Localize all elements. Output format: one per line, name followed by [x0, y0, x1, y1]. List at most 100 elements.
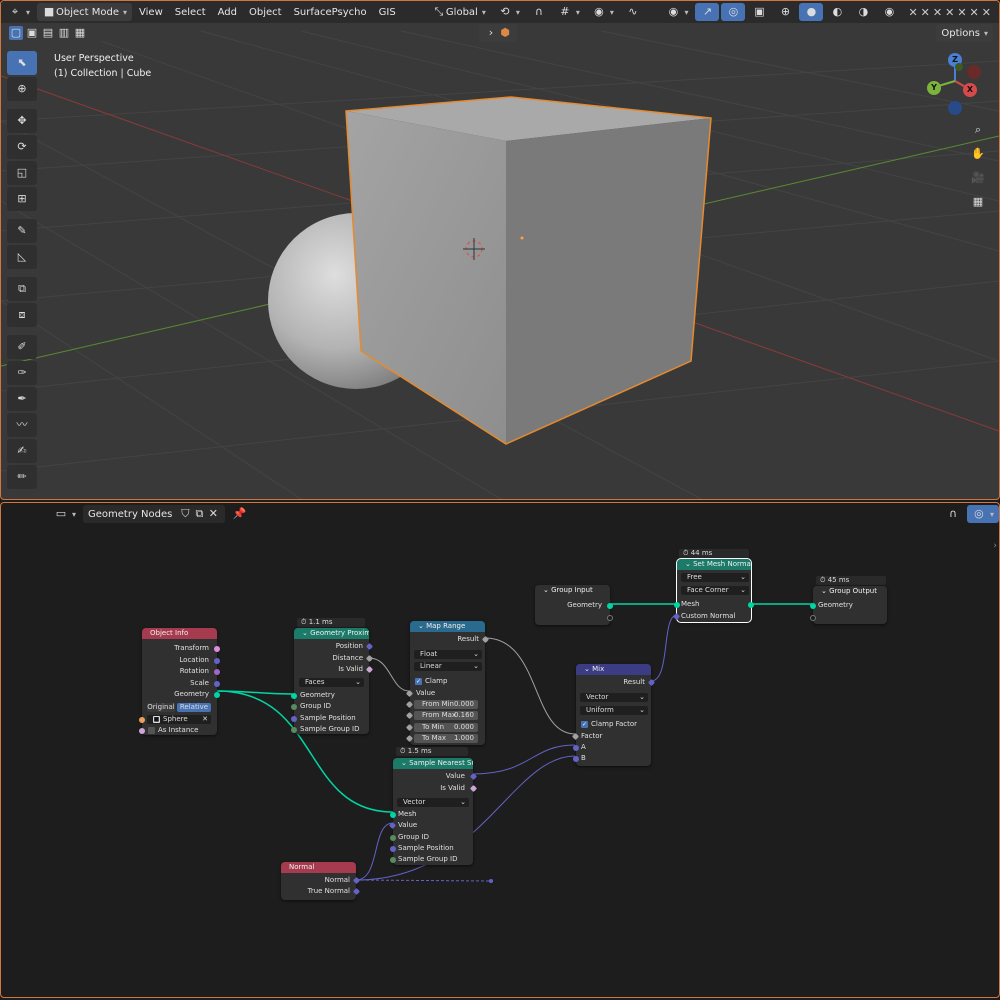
gizmo-neg-y[interactable]: [955, 63, 963, 71]
target-element-dropdown[interactable]: Faces ⌄: [299, 678, 364, 687]
from-max-field[interactable]: From Max 0.160: [414, 711, 478, 720]
restrict-eye-toggle[interactable]: ◉: [877, 3, 901, 21]
select-mode-icons[interactable]: ▢ ▣ ▤ ▥ ▦: [9, 26, 87, 40]
tool-mask[interactable]: ✍: [7, 439, 37, 463]
socket-mesh-in[interactable]: [674, 602, 680, 608]
node-set-mesh-normal[interactable]: ⌄ Set Mesh Normal Free ⌄ Face Corner ⌄ Mes…: [672, 558, 754, 623]
collapse-chevron-icon[interactable]: ⌄: [685, 560, 693, 568]
socket-geometry[interactable]: [214, 692, 220, 698]
tool-paint[interactable]: ✐: [7, 335, 37, 359]
shading-rendered[interactable]: ◑: [851, 3, 875, 21]
tool-measure[interactable]: ◺: [7, 245, 37, 269]
tool-paint-sphere[interactable]: ✑: [7, 361, 37, 385]
factor-mode-dropdown[interactable]: Uniform ⌄: [580, 706, 648, 715]
object-field[interactable]: ■ Sphere ✕: [147, 715, 211, 724]
gizmo-y-axis[interactable]: Y: [927, 81, 941, 95]
3d-viewport[interactable]: ⌖ ▾ ■ Object Mode ▾ View Select Add Object …: [0, 0, 1000, 500]
socket-transform[interactable]: [214, 646, 220, 652]
socket-location[interactable]: [214, 658, 220, 664]
clamp-factor-checkbox[interactable]: ✓: [581, 720, 588, 728]
interpolation-dropdown[interactable]: Linear ⌄: [414, 662, 482, 671]
tool-transform[interactable]: ⊞: [7, 187, 37, 211]
tool-annotate[interactable]: ✎: [7, 219, 37, 243]
select-subtract-icon[interactable]: ▤: [41, 26, 55, 40]
menu-view[interactable]: View: [134, 3, 168, 21]
socket-sample-group-id-in[interactable]: [291, 727, 297, 733]
socket-as-instance[interactable]: [139, 728, 145, 734]
socket-a-in[interactable]: [573, 745, 579, 751]
data-type-dropdown[interactable]: Vector ⌄: [580, 693, 648, 702]
socket-object-input[interactable]: [139, 717, 145, 723]
menu-add[interactable]: Add: [213, 3, 242, 21]
tool-smooth[interactable]: 〰: [7, 413, 37, 437]
gizmo-neg-z[interactable]: [948, 101, 962, 115]
socket-sample-position-in[interactable]: [291, 716, 297, 722]
shading-solid[interactable]: ●: [799, 3, 824, 21]
clamp-row[interactable]: ✓ Clamp: [415, 677, 447, 685]
node-object-info[interactable]: Object Info Transform Location Rotation …: [139, 628, 220, 735]
data-type-dropdown[interactable]: Float ⌄: [414, 650, 482, 659]
xray-toggle[interactable]: ▣: [747, 3, 771, 21]
to-min-field[interactable]: To Min 0.000: [414, 723, 478, 732]
node-sample-nearest-surface[interactable]: ⌄ Sample Nearest Surf... Value Is Valid …: [388, 758, 478, 865]
socket-scale[interactable]: [214, 681, 220, 687]
socket-mesh-in[interactable]: [390, 812, 396, 818]
domain-dropdown[interactable]: Face Corner ⌄: [681, 586, 749, 595]
gizmo-toggle[interactable]: ↗: [695, 3, 720, 21]
collapse-chevron-icon[interactable]: ⌄: [543, 586, 551, 594]
tool-cursor[interactable]: ⊕: [7, 77, 37, 101]
node-normal[interactable]: Normal Normal True Normal: [281, 862, 361, 900]
socket-group-id-in[interactable]: [291, 704, 297, 710]
collapse-chevron-icon[interactable]: ⌄: [401, 759, 409, 767]
falloff-button[interactable]: ∿: [621, 3, 645, 21]
mode-dropdown[interactable]: Free ⌄: [681, 573, 749, 582]
pivot-button[interactable]: ⟲ ▾: [493, 3, 525, 21]
node-editor[interactable]: ▭ ▾ Geometry Nodes ⛉ ⧉ ✕ 📌 ∩ ◎ ▾ › Object …: [0, 502, 1000, 998]
tool-pose[interactable]: ✏: [7, 465, 37, 489]
socket-b-in[interactable]: [573, 756, 579, 762]
menu-object[interactable]: Object: [244, 3, 287, 21]
socket-group-id-in[interactable]: [390, 835, 396, 841]
as-instance-checkbox[interactable]: [148, 726, 155, 734]
visibility-button[interactable]: ◉ ▾: [661, 3, 693, 21]
tool-move[interactable]: ✥: [7, 109, 37, 133]
collapse-chevron-icon[interactable]: ⌄: [584, 665, 592, 673]
tool-add-cube[interactable]: ⧉: [7, 277, 37, 301]
select-extend-icon[interactable]: ▣: [25, 26, 39, 40]
expand-sidebar-button[interactable]: › ⬢: [479, 24, 517, 42]
socket-mesh-out[interactable]: [748, 602, 754, 608]
socket-geometry-in[interactable]: [810, 603, 816, 609]
mode-original-button[interactable]: Original: [147, 703, 175, 712]
socket-extend-in[interactable]: [810, 615, 816, 621]
node-map-range[interactable]: ⌄ Map Range Result Float ⌄ Linear ⌄ ✓ Clamp…: [405, 621, 490, 745]
shading-wireframe[interactable]: ⊕: [773, 3, 797, 21]
overlay-toggle[interactable]: ◎: [721, 3, 746, 21]
collapse-chevron-icon[interactable]: ⌄: [418, 622, 426, 630]
to-max-field[interactable]: To Max 1.000: [414, 734, 478, 743]
clamp-checkbox[interactable]: ✓: [415, 677, 422, 685]
from-min-field[interactable]: From Min 0.000: [414, 700, 478, 709]
mode-relative-button[interactable]: Relative: [177, 703, 211, 712]
proportional-edit-button[interactable]: ◉ ▾: [587, 3, 619, 21]
node-group-input[interactable]: ⌄ Group Input Geometry: [535, 585, 613, 625]
gizmo-neg-x[interactable]: [967, 65, 981, 79]
perspective-toggle[interactable]: ▦: [967, 191, 989, 213]
collapse-chevron-icon[interactable]: ⌄: [821, 587, 829, 595]
options-button[interactable]: Options ▾: [936, 24, 993, 42]
data-type-dropdown[interactable]: Vector ⌄: [397, 798, 469, 807]
tool-extrude[interactable]: ⧈: [7, 303, 37, 327]
menu-select[interactable]: Select: [170, 3, 211, 21]
menu-surfacepsycho[interactable]: SurfacePsycho: [289, 3, 372, 21]
mode-dropdown[interactable]: ■ Object Mode ▾: [37, 3, 133, 21]
camera-button[interactable]: 🎥: [967, 167, 989, 189]
zoom-button[interactable]: ⌕: [967, 119, 989, 141]
select-intersect-icon[interactable]: ▦: [73, 26, 87, 40]
node-group-output[interactable]: ⌄ Group Output Geometry: [810, 586, 887, 624]
socket-rotation[interactable]: [214, 669, 220, 675]
snap-options-button[interactable]: # ▾: [553, 3, 585, 21]
select-new-icon[interactable]: ▢: [9, 26, 23, 40]
select-invert-icon[interactable]: ▥: [57, 26, 71, 40]
as-instance-row[interactable]: As Instance: [148, 726, 198, 734]
collapse-chevron-icon[interactable]: ⌄: [302, 629, 310, 637]
socket-geometry-out[interactable]: [607, 603, 613, 609]
